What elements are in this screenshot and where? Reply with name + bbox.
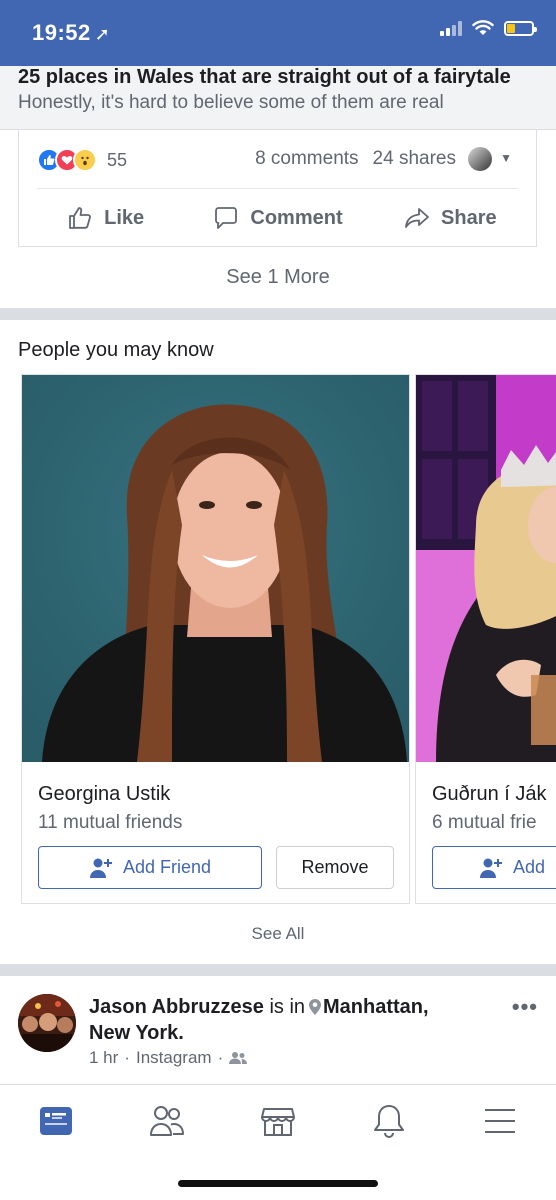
more-options-button[interactable]: ••• [512, 994, 538, 1020]
comment-bubble-icon [215, 207, 238, 229]
nav-notifications[interactable] [367, 1101, 411, 1141]
section-divider [0, 308, 556, 320]
thumbs-up-icon [69, 207, 92, 229]
author-name[interactable]: Jason Abbruzzese [89, 996, 264, 1018]
news-feed-icon [40, 1107, 72, 1135]
nav-friends[interactable] [145, 1101, 189, 1141]
post-meta: 1 hr · Instagram · [89, 1048, 248, 1068]
post-header: Jason Abbruzzese is in Manhattan, New Yor… [89, 994, 489, 1046]
comments-count[interactable]: 8 comments [255, 148, 358, 169]
post-actions: Like Comment Share [19, 190, 536, 246]
reactions-summary[interactable]: 55 [37, 148, 127, 172]
link-preview[interactable]: 25 places in Wales that are straight out… [0, 66, 556, 130]
profile-photo[interactable] [416, 375, 556, 762]
home-indicator[interactable] [178, 1180, 378, 1187]
chevron-down-icon[interactable]: ▼ [500, 151, 512, 165]
viewer-avatar[interactable] [468, 147, 492, 171]
share-button[interactable]: Share [364, 204, 536, 232]
comment-button[interactable]: Comment [191, 204, 363, 232]
person-name[interactable]: Georgina Ustik [38, 783, 170, 806]
add-friend-button[interactable]: Add Friend [38, 846, 262, 889]
location-name[interactable]: Manhattan, [323, 996, 429, 1018]
remove-button[interactable]: Remove [276, 846, 394, 889]
like-label: Like [104, 206, 145, 229]
author-avatar[interactable] [18, 994, 76, 1052]
like-button[interactable]: Like [19, 204, 191, 232]
share-label: Share [441, 206, 497, 229]
pymk-card: Guðrun í Ják 6 mutual frie Add [415, 374, 556, 904]
bell-icon [374, 1105, 404, 1139]
nav-news-feed[interactable] [34, 1101, 78, 1141]
status-bar: 19:52 ➚ [0, 0, 556, 66]
location-arrow-icon: ➚ [94, 24, 111, 44]
add-friend-button[interactable]: Add [432, 846, 556, 889]
post-time[interactable]: 1 hr [89, 1048, 118, 1068]
status-time: 19:52 [32, 20, 91, 45]
friends-audience-icon [229, 1052, 248, 1064]
marketplace-icon [261, 1108, 295, 1136]
see-all-button[interactable]: See All [0, 924, 556, 944]
location-pin-icon [309, 999, 322, 1015]
link-subtitle: Honestly, it's hard to believe some of t… [18, 92, 444, 113]
add-friend-label: Add [513, 857, 546, 877]
battery-level [507, 23, 516, 33]
is-in-text: is in [269, 996, 306, 1018]
nav-menu[interactable] [478, 1101, 522, 1141]
mutual-friends[interactable]: 11 mutual friends [38, 812, 182, 834]
person-name[interactable]: Guðrun í Ják [432, 783, 547, 806]
link-title: 25 places in Wales that are straight out… [18, 66, 511, 88]
pymk-card: Georgina Ustik 11 mutual friends Add Fri… [21, 374, 410, 904]
divider [37, 188, 518, 189]
add-friend-icon [480, 858, 502, 878]
profile-photo[interactable] [22, 375, 409, 762]
location-name-cont[interactable]: New York. [89, 1022, 184, 1044]
cellular-signal-icon [440, 20, 462, 36]
post-card: 55 8 comments 24 shares ▼ Like Comment Sh… [18, 130, 537, 247]
feed-post: Jason Abbruzzese is in Manhattan, New Yor… [0, 976, 556, 1084]
hamburger-menu-icon [485, 1109, 515, 1133]
engagement-stats: 8 comments 24 shares [255, 148, 456, 170]
add-friend-label: Add Friend [122, 857, 212, 877]
section-divider [0, 964, 556, 976]
add-friend-icon [89, 858, 112, 878]
friends-icon [150, 1106, 184, 1136]
pymk-title: People you may know [18, 339, 214, 361]
reactions-count: 55 [107, 149, 128, 170]
battery-icon [504, 20, 537, 36]
nav-marketplace[interactable] [256, 1101, 300, 1141]
wow-reaction-icon [73, 148, 97, 172]
post-source[interactable]: Instagram [136, 1048, 212, 1068]
see-more-button[interactable]: See 1 More [0, 266, 556, 289]
shares-count[interactable]: 24 shares [373, 148, 456, 169]
mutual-friends[interactable]: 6 mutual frie [432, 812, 537, 834]
share-arrow-icon [405, 208, 429, 228]
wifi-icon [472, 20, 494, 35]
comment-label: Comment [250, 206, 343, 229]
